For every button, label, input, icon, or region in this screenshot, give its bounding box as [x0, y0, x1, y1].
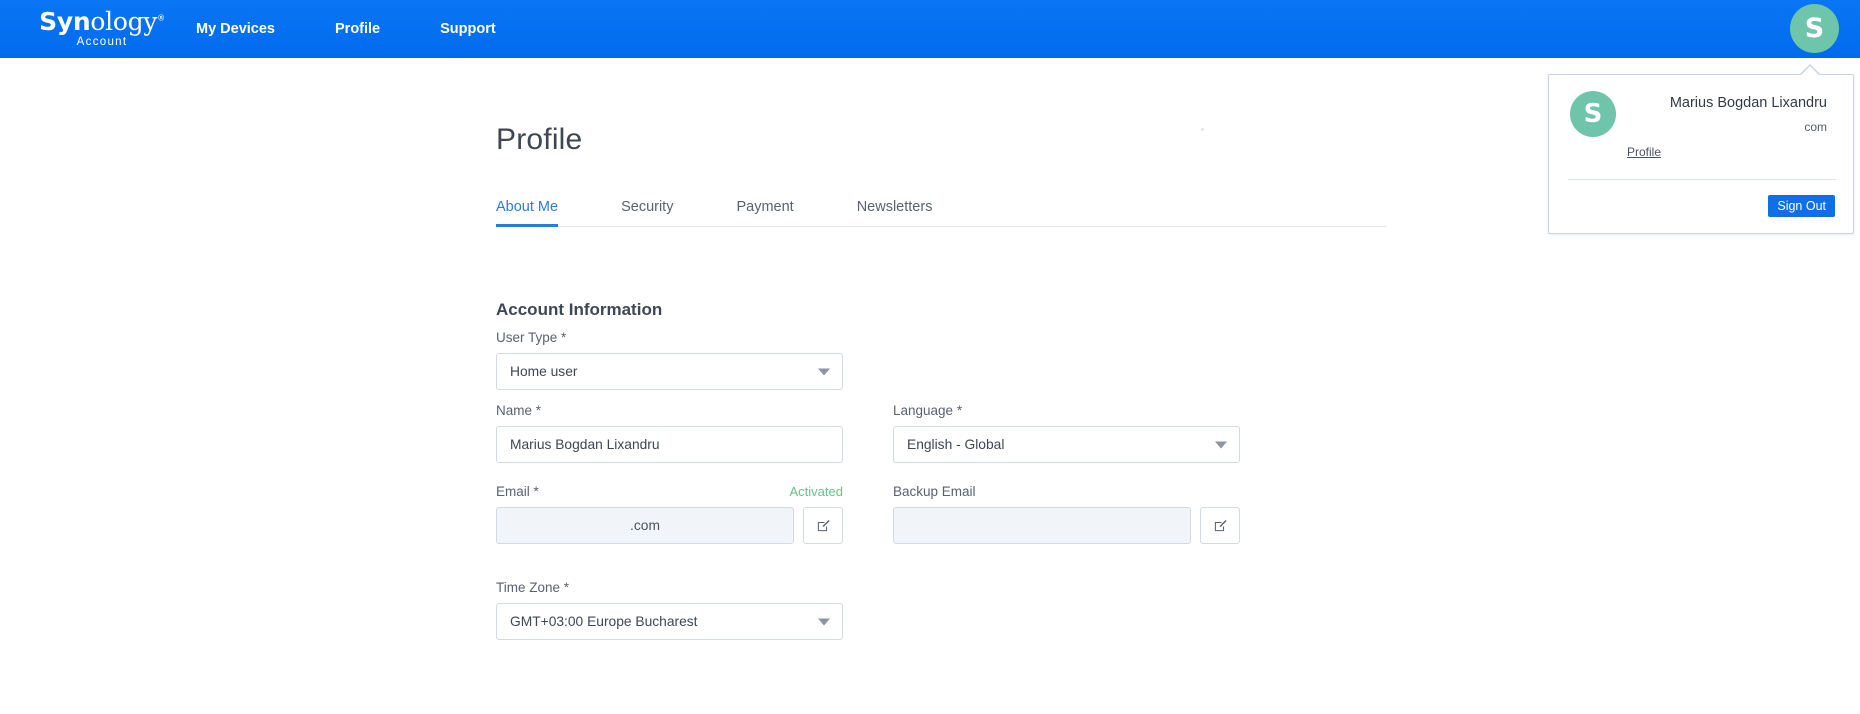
form-row-user-type: User Type * Home user	[496, 330, 1396, 403]
chevron-down-icon	[818, 618, 830, 625]
pencil-square-icon	[1214, 519, 1227, 532]
sign-out-button[interactable]: Sign Out	[1768, 195, 1835, 217]
section-title-account-information: Account Information	[496, 300, 663, 320]
label-time-zone: Time Zone *	[496, 580, 570, 595]
top-navigation-bar: Synology® Account My Devices Profile Sup…	[0, 0, 1860, 58]
primary-nav: My Devices Profile Support	[196, 0, 496, 58]
nav-my-devices[interactable]: My Devices	[196, 0, 275, 58]
label-name: Name *	[496, 403, 542, 418]
chevron-down-icon	[1215, 441, 1227, 448]
field-user-type: User Type * Home user	[496, 330, 843, 390]
brand-ology: ology	[90, 7, 158, 37]
tab-about-me[interactable]: About Me	[496, 199, 559, 227]
synology-account-logo[interactable]: Synology® Account	[32, 0, 172, 58]
chevron-down-icon	[818, 368, 830, 375]
backup-email-input-group	[893, 507, 1240, 544]
profile-tab-bar: About Me Security Payment Newsletters	[496, 191, 1386, 227]
edit-backup-email-button[interactable]	[1200, 507, 1240, 544]
nav-support[interactable]: Support	[440, 0, 496, 58]
label-language: Language *	[893, 403, 963, 418]
brand-wordmark: Synology®	[39, 9, 165, 34]
form-row-time-zone: Time Zone * GMT+03:00 Europe Bucharest	[496, 580, 1396, 653]
dropdown-user-info: Marius Bogdan Lixandru com	[1627, 95, 1831, 135]
user-type-value: Home user	[510, 364, 578, 379]
form-row-name-language: Name * Language * English - Global	[496, 403, 1396, 484]
dropdown-user-name: Marius Bogdan Lixandru	[1669, 95, 1827, 111]
language-value: English - Global	[907, 437, 1005, 452]
label-user-type: User Type *	[496, 330, 567, 345]
dropdown-profile-link[interactable]: Profile	[1627, 145, 1661, 159]
edit-email-button[interactable]	[803, 507, 843, 544]
field-time-zone: Time Zone * GMT+03:00 Europe Bucharest	[496, 580, 843, 640]
language-select[interactable]: English - Global	[893, 426, 1240, 463]
user-account-dropdown: S Marius Bogdan Lixandru com Profile Sig…	[1548, 64, 1854, 234]
field-name: Name *	[496, 403, 843, 463]
time-zone-select[interactable]: GMT+03:00 Europe Bucharest	[496, 603, 843, 640]
page-title: Profile	[496, 123, 583, 157]
brand-subtitle: Account	[76, 36, 128, 49]
dropdown-avatar: S	[1570, 91, 1616, 137]
dropdown-user-summary: S Marius Bogdan Lixandru com Profile	[1549, 75, 1853, 180]
label-backup-email: Backup Email	[893, 484, 976, 499]
tab-security[interactable]: Security	[621, 199, 673, 226]
time-zone-value: GMT+03:00 Europe Bucharest	[510, 614, 698, 629]
email-input-group: .com	[496, 507, 843, 544]
backup-email-value-readonly	[893, 507, 1191, 544]
nav-profile[interactable]: Profile	[335, 0, 380, 58]
brand-registered-mark: ®	[157, 13, 165, 23]
decorative-dot	[1201, 128, 1204, 131]
name-input[interactable]	[496, 426, 843, 463]
pencil-square-icon	[817, 519, 830, 532]
email-value-readonly: .com	[496, 507, 794, 544]
field-language: Language * English - Global	[893, 403, 1240, 463]
tab-newsletters[interactable]: Newsletters	[857, 199, 933, 226]
account-information-form: User Type * Home user Name * Language * …	[496, 330, 1396, 653]
field-email: Email * Activated .com	[496, 484, 843, 544]
field-backup-email: Backup Email	[893, 484, 1240, 544]
avatar[interactable]: S	[1790, 4, 1839, 53]
dropdown-user-email: com	[1804, 120, 1827, 135]
dropdown-divider	[1568, 179, 1836, 180]
status-badge: Activated	[789, 484, 843, 499]
user-type-select[interactable]: Home user	[496, 353, 843, 390]
form-row-emails: Email * Activated .com Backup Email	[496, 484, 1396, 580]
tab-payment[interactable]: Payment	[736, 199, 793, 226]
brand-syn: Syn	[39, 7, 91, 37]
